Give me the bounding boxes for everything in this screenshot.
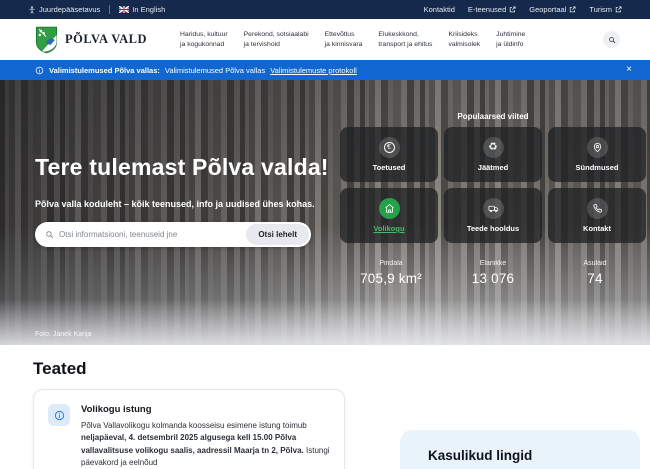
nav-perekond[interactable]: Perekond, sotsiaalabija tervishoid	[244, 30, 309, 50]
hero-subtitle: Põlva valla koduleht – kõik teenused, in…	[35, 199, 315, 209]
hero-search-bar: Otsi lehelt	[35, 222, 311, 247]
tile-teede-hooldus[interactable]: Teede hooldus	[444, 188, 542, 243]
stat-elanikke: Elanikke 13 076	[442, 260, 544, 286]
nav-ettevotlus[interactable]: Ettevõtlusja kinnisvara	[325, 30, 363, 50]
topbar-link-turism[interactable]: Turism	[589, 5, 622, 14]
notice-info-icon	[48, 404, 70, 426]
logo-title: PÕLVA VALD	[65, 32, 147, 47]
info-icon	[35, 66, 44, 75]
topbar-link-e-teenused[interactable]: E-teenused	[468, 5, 516, 14]
polva-vald-homepage: Juurdepääsetavus In English Kontaktid E-…	[0, 0, 650, 469]
accessibility-link[interactable]: Juurdepääsetavus	[28, 5, 100, 14]
header-search-button[interactable]	[603, 31, 620, 48]
stat-asulaid: Asulaid 74	[544, 260, 646, 286]
recycle-icon: ♻	[483, 137, 504, 158]
popular-links-grid: € Toetused ♻ Jäätmed Sündmused Volikogu	[340, 127, 646, 243]
tile-jaatmed[interactable]: ♻ Jäätmed	[444, 127, 542, 182]
hero-section: Tere tulemast Põlva valda! Põlva valla k…	[0, 80, 650, 345]
external-link-icon	[569, 6, 576, 13]
popular-links-title: Populaarsed viited	[340, 112, 646, 121]
hero-search-submit-button[interactable]: Otsi lehelt	[246, 224, 309, 245]
notice-title: Volikogu istung	[81, 404, 330, 415]
nav-juhtimine[interactable]: Juhtimineja üldinfo	[496, 30, 525, 50]
main-header: PÕLVA VALD Haridus, kultuurja kogukonnad…	[0, 19, 650, 60]
content-section: Teated Volikogu istung Põlva Vallavoliko…	[0, 345, 650, 469]
divider	[109, 5, 110, 14]
external-link-icon	[509, 6, 516, 13]
photo-credit: Foto: Janek Kanja	[35, 331, 91, 338]
hero-search-input[interactable]	[59, 230, 246, 239]
useful-links-title: Kasulikud lingid	[428, 448, 640, 463]
home-icon	[379, 198, 400, 219]
nav-haridus[interactable]: Haridus, kultuurja kogukonnad	[180, 30, 228, 50]
tile-sundmused[interactable]: Sündmused	[548, 127, 646, 182]
topbar-link-kontaktid[interactable]: Kontaktid	[424, 5, 455, 14]
phone-icon	[587, 198, 608, 219]
coat-of-arms-icon	[35, 26, 58, 54]
search-icon	[45, 230, 54, 239]
nav-kriisideks[interactable]: Kriisideksvalmisolek	[448, 30, 480, 50]
useful-links-card: Kasulikud lingid	[400, 430, 640, 469]
top-utility-bar: Juurdepääsetavus In English Kontaktid E-…	[0, 0, 650, 19]
tile-kontakt[interactable]: Kontakt	[548, 188, 646, 243]
tile-toetused[interactable]: € Toetused	[340, 127, 438, 182]
alert-text: Valimistulemused Põlva vallas	[165, 66, 265, 75]
site-logo[interactable]: PÕLVA VALD	[35, 26, 147, 54]
notice-body: Põlva Vallavolikogu kolmanda koosseisu e…	[81, 420, 330, 469]
nav-elukeskkond[interactable]: Elukeskkond,transport ja ehitus	[378, 30, 432, 50]
municipality-stats: Pindala 705,9 km² Elanikke 13 076 Asulai…	[340, 260, 646, 286]
external-link-icon	[615, 6, 622, 13]
alert-title: Valimistulemused Põlva vallas:	[49, 66, 160, 75]
search-icon	[608, 36, 616, 44]
uk-flag-icon	[119, 6, 129, 13]
hero-title: Tere tulemast Põlva valda!	[35, 154, 329, 181]
alert-close-button[interactable]: ×	[626, 65, 632, 75]
euro-coin-icon: €	[379, 137, 400, 158]
teated-heading: Teated	[33, 359, 87, 379]
main-navigation: Haridus, kultuurja kogukonnad Perekond, …	[180, 30, 525, 50]
map-pin-icon	[587, 137, 608, 158]
notice-card-volikogu-istung[interactable]: Volikogu istung Põlva Vallavolikogu kolm…	[33, 389, 345, 469]
accessibility-icon	[28, 6, 36, 14]
language-switch[interactable]: In English	[119, 5, 165, 14]
truck-icon	[483, 198, 504, 219]
stat-pindala: Pindala 705,9 km²	[340, 260, 442, 286]
alert-protocol-link[interactable]: Valimistulemuste protokoll	[270, 66, 357, 75]
tile-volikogu[interactable]: Volikogu	[340, 188, 438, 243]
topbar-link-geoportaal[interactable]: Geoportaal	[529, 5, 576, 14]
alert-banner: Valimistulemused Põlva vallas: Valimistu…	[0, 60, 650, 80]
